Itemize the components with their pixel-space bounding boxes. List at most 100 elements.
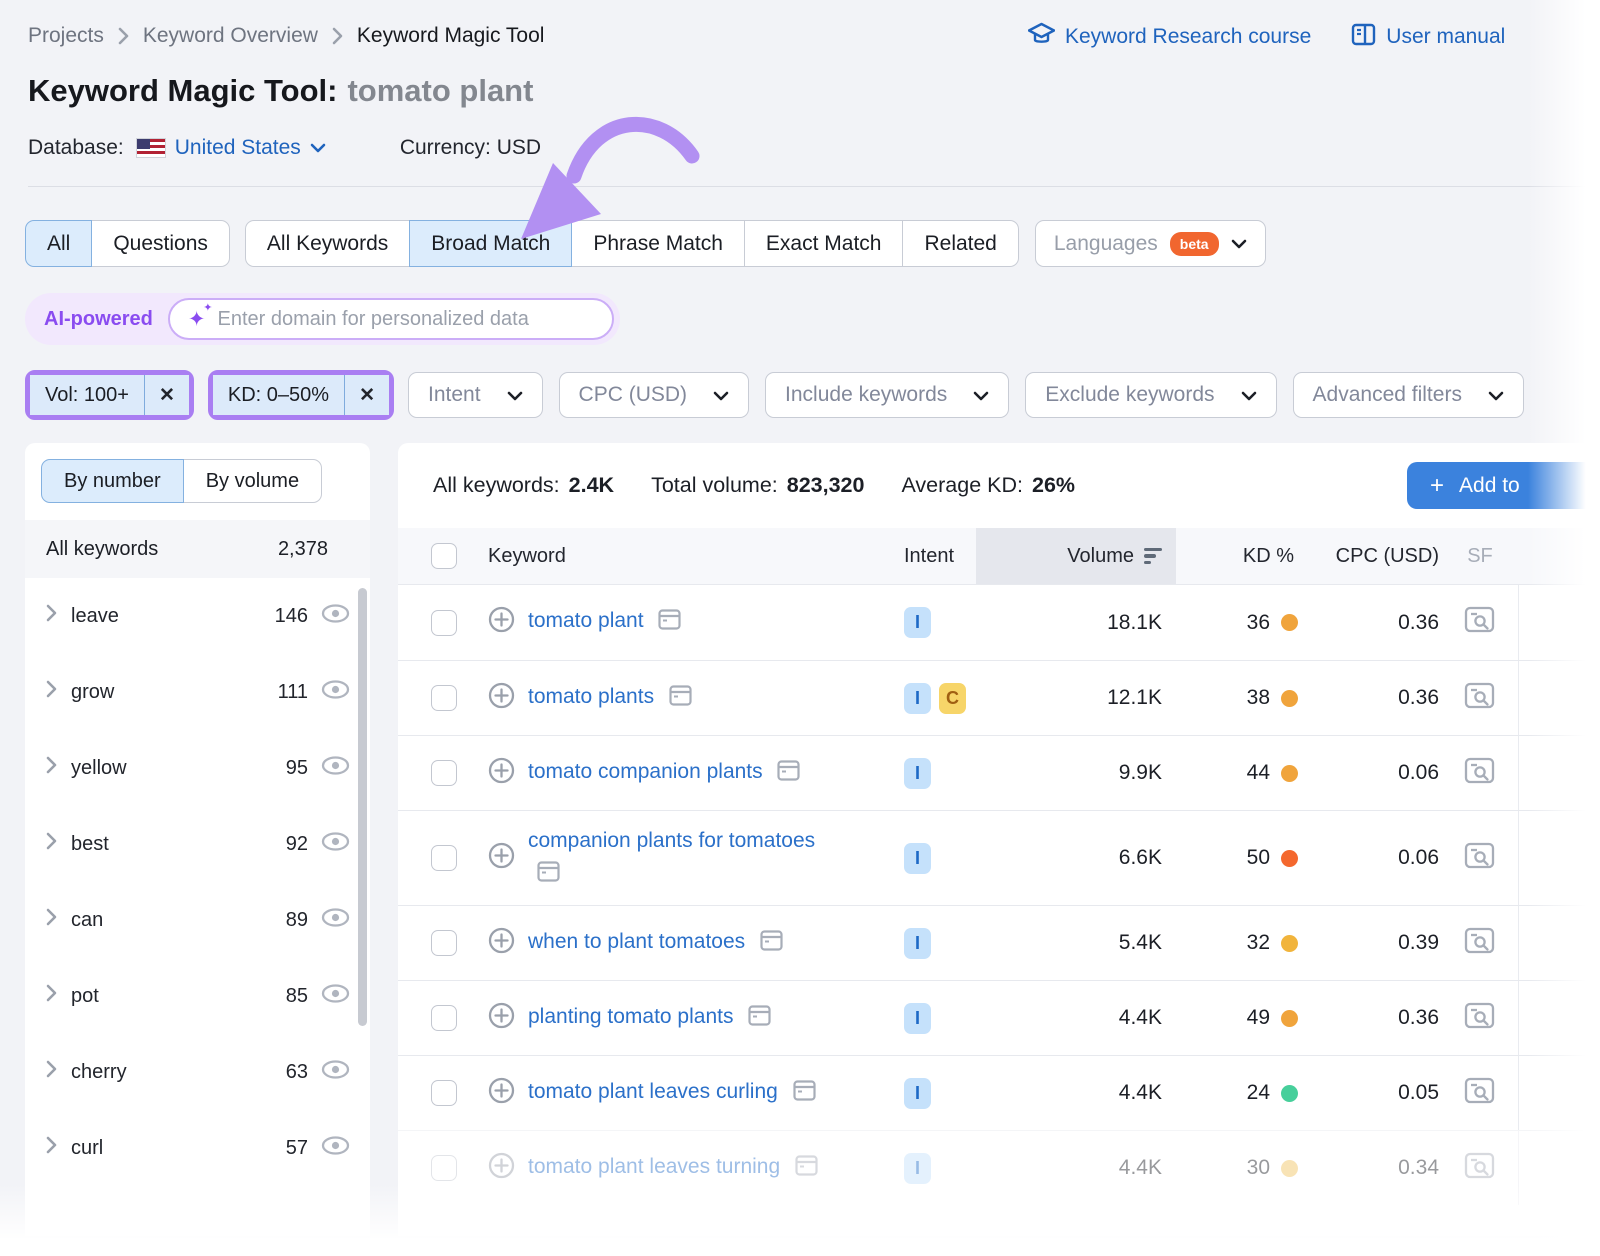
filter-dropdown-advanced-filters[interactable]: Advanced filters: [1293, 372, 1524, 418]
tab-exact-match[interactable]: Exact Match: [744, 220, 904, 267]
column-header-volume[interactable]: Volume: [976, 528, 1176, 584]
user-manual-link[interactable]: User manual: [1351, 22, 1505, 52]
intent-badge-i[interactable]: I: [904, 843, 931, 874]
keyword-link[interactable]: tomato companion plants: [528, 756, 800, 791]
serp-card-icon[interactable]: [760, 929, 783, 961]
add-keyword-icon[interactable]: [488, 927, 515, 960]
intent-badge-i[interactable]: I: [904, 683, 931, 714]
select-all-checkbox[interactable]: [431, 543, 457, 569]
keyword-link[interactable]: when to plant tomatoes: [528, 926, 783, 961]
toggle-by-number[interactable]: By number: [41, 459, 184, 503]
keyword-group-best[interactable]: best92: [25, 806, 370, 882]
row-checkbox[interactable]: [431, 930, 457, 956]
row-checkbox[interactable]: [431, 1155, 457, 1181]
keyword-link[interactable]: tomato plants: [528, 681, 692, 716]
filter-chip-vol-100[interactable]: Vol: 100+✕: [30, 375, 189, 415]
toggle-by-volume[interactable]: By volume: [183, 459, 322, 503]
keyword-link[interactable]: companion plants for tomatoes: [528, 825, 828, 891]
add-keyword-icon[interactable]: [488, 1152, 515, 1185]
add-keyword-icon[interactable]: [488, 682, 515, 715]
row-checkbox[interactable]: [431, 760, 457, 786]
add-keyword-icon[interactable]: [488, 606, 515, 639]
database-selector[interactable]: United States: [175, 136, 326, 160]
keyword-link[interactable]: tomato plant leaves turning: [528, 1151, 818, 1186]
filter-chip-kd-0-50[interactable]: KD: 0–50%✕: [213, 375, 389, 415]
tab-questions[interactable]: Questions: [91, 220, 230, 267]
filter-dropdown-cpc-usd[interactable]: CPC (USD): [559, 372, 750, 418]
column-header-sf[interactable]: SF: [1441, 545, 1519, 568]
row-checkbox[interactable]: [431, 610, 457, 636]
intent-badge-i[interactable]: I: [904, 607, 931, 638]
keyword-group-pot[interactable]: pot85: [25, 958, 370, 1034]
tab-related[interactable]: Related: [902, 220, 1018, 267]
eye-icon[interactable]: [321, 1136, 350, 1161]
eye-icon[interactable]: [321, 680, 350, 705]
serp-preview-icon[interactable]: [1464, 606, 1495, 639]
keyword-research-course-link[interactable]: Keyword Research course: [1028, 22, 1311, 52]
serp-preview-icon[interactable]: [1464, 682, 1495, 715]
serp-card-icon[interactable]: [777, 759, 800, 791]
column-header-cpc[interactable]: CPC (USD): [1306, 545, 1441, 568]
column-header-kd[interactable]: KD %: [1176, 545, 1306, 568]
serp-card-icon[interactable]: [669, 684, 692, 716]
keyword-group-grow[interactable]: grow111: [25, 654, 370, 730]
add-keyword-icon[interactable]: [488, 842, 515, 875]
filter-dropdown-exclude-keywords[interactable]: Exclude keywords: [1025, 372, 1276, 418]
eye-icon[interactable]: [321, 984, 350, 1009]
column-header-intent[interactable]: Intent: [880, 545, 976, 568]
keyword-link[interactable]: tomato plant leaves curling: [528, 1076, 816, 1111]
eye-icon[interactable]: [321, 604, 350, 629]
remove-filter-icon[interactable]: ✕: [345, 375, 389, 415]
column-header-keyword[interactable]: Keyword: [460, 545, 880, 568]
filter-dropdown-include-keywords[interactable]: Include keywords: [765, 372, 1009, 418]
serp-preview-icon[interactable]: [1464, 757, 1495, 790]
serp-card-icon[interactable]: [795, 1154, 818, 1186]
intent-badge-i[interactable]: I: [904, 1153, 931, 1184]
serp-card-icon[interactable]: [748, 1004, 771, 1036]
keyword-group-yellow[interactable]: yellow95: [25, 730, 370, 806]
serp-preview-icon[interactable]: [1464, 1002, 1495, 1035]
tab-all-keywords[interactable]: All Keywords: [245, 220, 410, 267]
serp-card-icon[interactable]: [658, 608, 681, 640]
filter-dropdown-intent[interactable]: Intent: [408, 372, 543, 418]
all-keywords-group[interactable]: All keywords 2,378: [25, 520, 370, 578]
tab-all[interactable]: All: [25, 220, 92, 267]
intent-badge-c[interactable]: C: [939, 683, 966, 714]
row-checkbox[interactable]: [431, 1005, 457, 1031]
eye-icon[interactable]: [321, 756, 350, 781]
breadcrumb-item-projects[interactable]: Projects: [28, 24, 104, 48]
tab-phrase-match[interactable]: Phrase Match: [571, 220, 745, 267]
breadcrumb-item-keyword-overview[interactable]: Keyword Overview: [143, 24, 318, 48]
keyword-link[interactable]: tomato plant: [528, 605, 681, 640]
keyword-group-curl[interactable]: curl57: [25, 1110, 370, 1186]
row-checkbox[interactable]: [431, 1080, 457, 1106]
add-keyword-icon[interactable]: [488, 1002, 515, 1035]
serp-preview-icon[interactable]: [1464, 927, 1495, 960]
intent-badge-i[interactable]: I: [904, 758, 931, 789]
serp-preview-icon[interactable]: [1464, 842, 1495, 875]
domain-input[interactable]: ✦✦ Enter domain for personalized data: [168, 298, 614, 340]
keyword-group-cherry[interactable]: cherry63: [25, 1034, 370, 1110]
keyword-group-can[interactable]: can89: [25, 882, 370, 958]
tab-broad-match[interactable]: Broad Match: [409, 220, 572, 267]
keyword-link[interactable]: planting tomato plants: [528, 1001, 771, 1036]
languages-dropdown[interactable]: Languages beta: [1035, 220, 1266, 267]
add-keyword-icon[interactable]: [488, 1077, 515, 1110]
row-checkbox[interactable]: [431, 845, 457, 871]
remove-filter-icon[interactable]: ✕: [145, 375, 189, 415]
serp-preview-icon[interactable]: [1464, 1077, 1495, 1110]
add-to-list-button[interactable]: + Add to: [1407, 462, 1600, 509]
eye-icon[interactable]: [321, 908, 350, 933]
serp-preview-icon[interactable]: [1464, 1152, 1495, 1185]
add-keyword-icon[interactable]: [488, 757, 515, 790]
serp-card-icon[interactable]: [537, 860, 560, 892]
eye-icon[interactable]: [321, 1060, 350, 1085]
sidebar-scrollbar[interactable]: [358, 588, 367, 1026]
eye-icon[interactable]: [321, 832, 350, 857]
intent-badge-i[interactable]: I: [904, 1078, 931, 1109]
keyword-group-leave[interactable]: leave146: [25, 578, 370, 654]
intent-badge-i[interactable]: I: [904, 1003, 931, 1034]
row-checkbox[interactable]: [431, 685, 457, 711]
intent-badge-i[interactable]: I: [904, 928, 931, 959]
serp-card-icon[interactable]: [793, 1079, 816, 1111]
